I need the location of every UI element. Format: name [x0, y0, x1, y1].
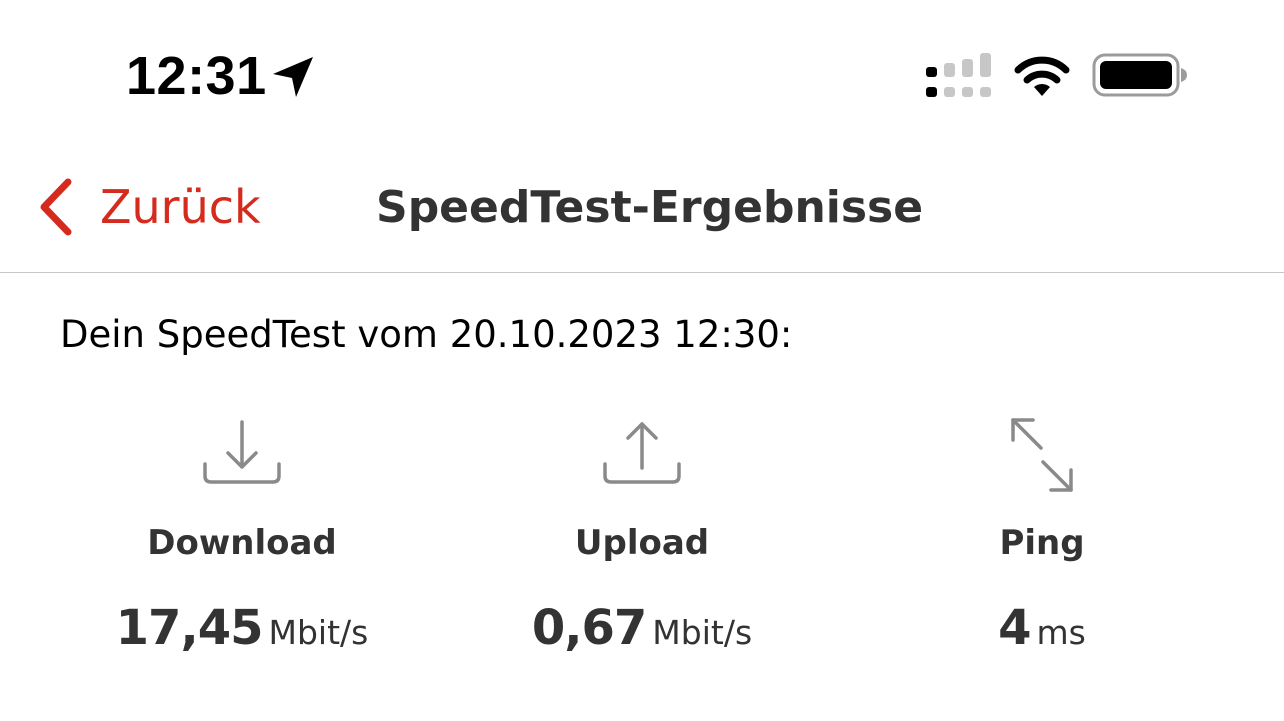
wifi-icon	[1014, 56, 1070, 96]
upload-icon	[603, 422, 681, 484]
download-value-row: 17,45 Mbit/s	[42, 598, 442, 669]
download-unit: Mbit/s	[268, 613, 369, 652]
ping-label: Ping	[999, 523, 1085, 563]
navigation-bar: Zurück SpeedTest-Ergebnisse	[0, 150, 1284, 273]
speedtest-results-screen: 12:31 Zurück SpeedTest-Ergebnisse Dein S…	[0, 0, 1284, 721]
back-label: Zurück	[100, 180, 261, 234]
speedtest-heading: Dein SpeedTest vom 20.10.2023 12:30:	[60, 313, 793, 356]
ping-unit: ms	[1036, 613, 1086, 652]
cellular-signal-icon	[926, 53, 991, 97]
upload-label: Upload	[574, 523, 710, 563]
upload-unit: Mbit/s	[652, 613, 753, 652]
upload-value-row: 0,67 Mbit/s	[442, 598, 842, 669]
download-label: Download	[147, 523, 337, 563]
ping-value: 4	[998, 600, 1031, 656]
chevron-left-icon	[40, 178, 72, 236]
page-title: SpeedTest-Ergebnisse	[376, 182, 924, 233]
battery-icon	[1092, 53, 1187, 97]
status-bar: 12:31	[0, 0, 1284, 150]
ping-metric: Ping 4 ms	[842, 410, 1242, 669]
back-button[interactable]: Zurück	[36, 172, 261, 242]
ping-value-row: 4 ms	[842, 598, 1242, 669]
ping-arrows-icon	[1011, 418, 1073, 492]
upload-metric: Upload 0,67 Mbit/s	[442, 410, 842, 669]
download-icon	[203, 420, 281, 484]
download-metric: Download 17,45 Mbit/s	[42, 410, 442, 669]
upload-value: 0,67	[531, 600, 647, 656]
location-arrow-icon	[273, 57, 313, 97]
download-value: 17,45	[115, 600, 264, 656]
status-time: 12:31	[126, 46, 267, 106]
